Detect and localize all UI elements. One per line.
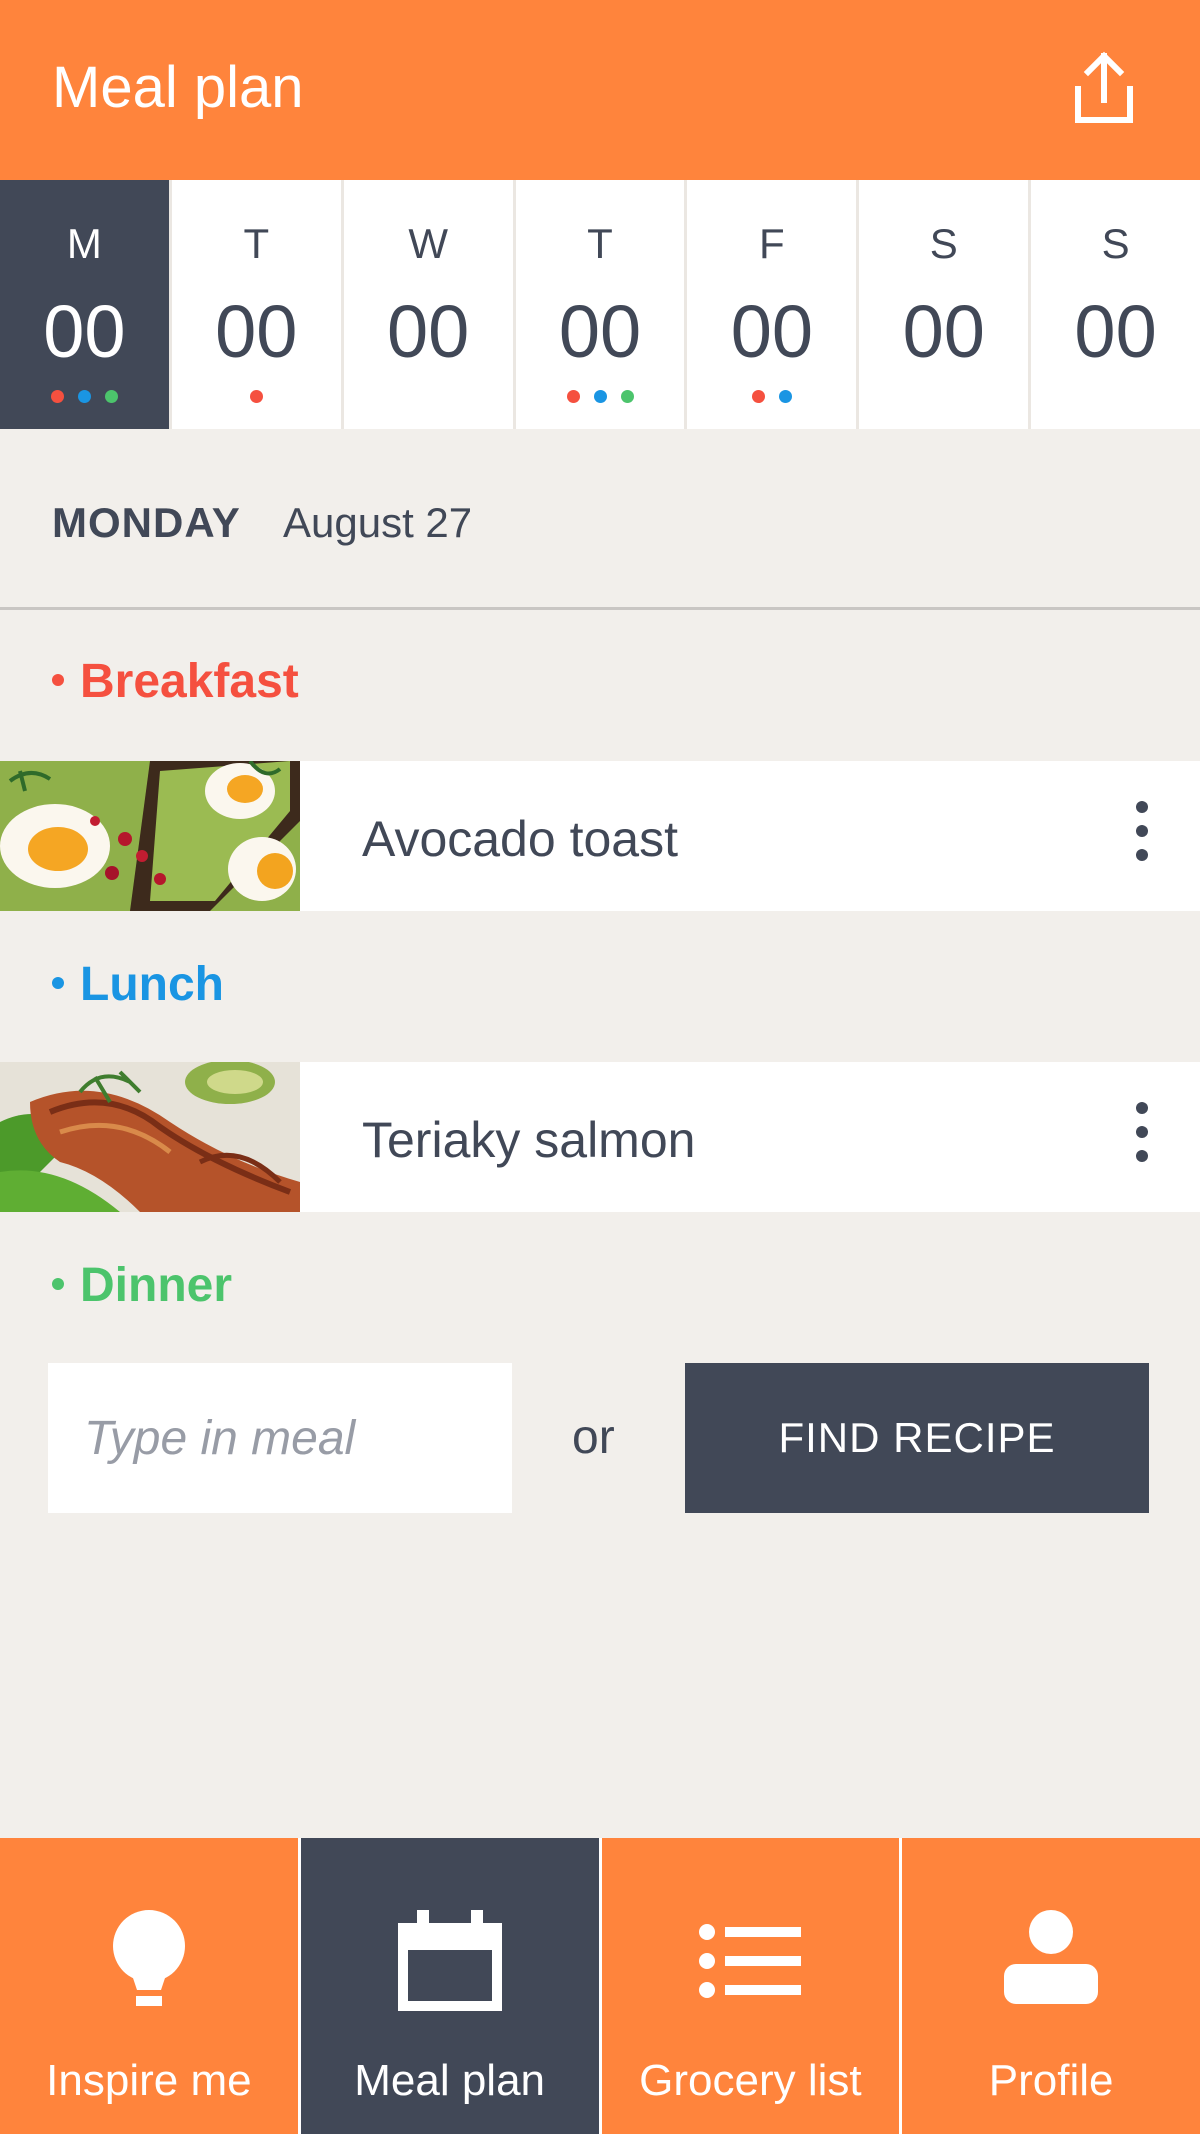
day-5[interactable]: S 00	[856, 180, 1029, 429]
breakfast-heading: Breakfast	[52, 654, 299, 710]
day-letter: M	[66, 220, 102, 267]
nav-meal-plan[interactable]: Meal plan	[297, 1838, 599, 2134]
share-button[interactable]	[1068, 50, 1140, 126]
lightbulb-icon	[112, 1910, 185, 2006]
day-2[interactable]: W 00	[340, 180, 513, 429]
meal-thumbnail	[0, 1062, 300, 1212]
day-number: 00	[558, 290, 642, 373]
bullet-icon	[52, 977, 64, 990]
day-letter: W	[408, 220, 448, 267]
day-letter: T	[243, 220, 270, 267]
or-separator: or	[572, 1411, 615, 1464]
week-day-selector: M 00 T 00 W 00 T 00 F 00 S 00 S 00	[0, 180, 1200, 429]
meal-dots	[0, 390, 169, 404]
selected-date-bar: MONDAY August 27	[0, 429, 1200, 610]
meal-dots	[344, 390, 513, 404]
meal-dot	[77, 390, 91, 403]
day-letter: F	[759, 220, 785, 267]
meal-card-lunch[interactable]: Teriaky salmon	[0, 1062, 1200, 1212]
meal-dot	[620, 390, 634, 403]
meal-name: Avocado toast	[362, 811, 678, 867]
day-number: 00	[1074, 290, 1157, 373]
day-1[interactable]: T 00	[168, 180, 341, 429]
meal-dots	[516, 390, 685, 404]
calendar-icon	[397, 1910, 502, 2011]
meal-thumbnail	[0, 761, 300, 911]
more-vertical-icon	[1136, 1102, 1148, 1114]
lunch-label: Lunch	[80, 958, 224, 1011]
meal-dot	[566, 390, 580, 403]
more-options-button[interactable]	[1120, 799, 1164, 873]
day-letter: S	[1101, 220, 1130, 267]
more-dot	[1136, 1126, 1148, 1138]
day-number: 00	[43, 290, 126, 373]
nav-inspire-me[interactable]: Inspire me	[0, 1838, 298, 2134]
nav-label: Meal plan	[354, 2056, 546, 2105]
meal-dot	[50, 390, 64, 403]
meal-dots	[1031, 390, 1200, 404]
bullet-icon	[52, 674, 64, 687]
day-6[interactable]: S 00	[1028, 180, 1200, 429]
nav-profile[interactable]: Profile	[899, 1838, 1200, 2134]
salmon-image	[0, 1062, 300, 1212]
day-letter: T	[587, 220, 613, 267]
list-icon	[699, 1924, 802, 1998]
bottom-navigation: Inspire me Meal plan Grocery list Profil…	[0, 1838, 1200, 2134]
meal-dots	[687, 390, 856, 404]
day-number: 00	[386, 290, 470, 373]
share-icon	[1075, 51, 1133, 123]
day-3[interactable]: T 00	[512, 180, 685, 429]
nav-label: Grocery list	[639, 2056, 862, 2105]
selected-weekday: MONDAY	[52, 499, 241, 546]
profile-icon	[1004, 1910, 1099, 2004]
dinner-heading: Dinner	[52, 1258, 232, 1314]
day-4[interactable]: F 00	[684, 180, 857, 429]
avocado-toast-image	[0, 761, 300, 911]
more-dot	[1136, 1150, 1148, 1162]
meal-dots	[172, 390, 341, 404]
meal-dot	[751, 390, 765, 403]
meal-name: Teriaky salmon	[362, 1112, 696, 1168]
breakfast-label: Breakfast	[80, 655, 299, 708]
page-title: Meal plan	[52, 55, 304, 120]
find-recipe-button[interactable]: FIND RECIPE	[685, 1363, 1149, 1513]
more-vertical-icon	[1136, 801, 1148, 813]
meal-dot	[249, 390, 263, 403]
meal-dot	[104, 390, 118, 403]
more-dot	[1136, 849, 1148, 861]
meal-card-breakfast[interactable]: Avocado toast	[0, 761, 1200, 911]
nav-label: Inspire me	[46, 2056, 252, 2105]
day-letter: S	[929, 220, 958, 267]
day-number: 00	[902, 290, 985, 373]
nav-grocery-list[interactable]: Grocery list	[598, 1838, 900, 2134]
day-number: 00	[730, 290, 814, 373]
day-0[interactable]: M 00	[0, 180, 169, 429]
more-dot	[1136, 825, 1148, 837]
meal-dots	[859, 390, 1028, 404]
selected-date: August 27	[283, 499, 473, 546]
bullet-icon	[52, 1278, 64, 1291]
meal-input[interactable]	[48, 1363, 512, 1513]
nav-label: Profile	[988, 2056, 1114, 2105]
app-header: Meal plan	[0, 0, 1200, 180]
lunch-heading: Lunch	[52, 957, 224, 1013]
more-options-button[interactable]	[1120, 1100, 1164, 1174]
day-number: 00	[215, 290, 298, 373]
dinner-label: Dinner	[80, 1259, 233, 1312]
meal-dot	[593, 390, 607, 403]
meal-dot	[778, 390, 792, 403]
